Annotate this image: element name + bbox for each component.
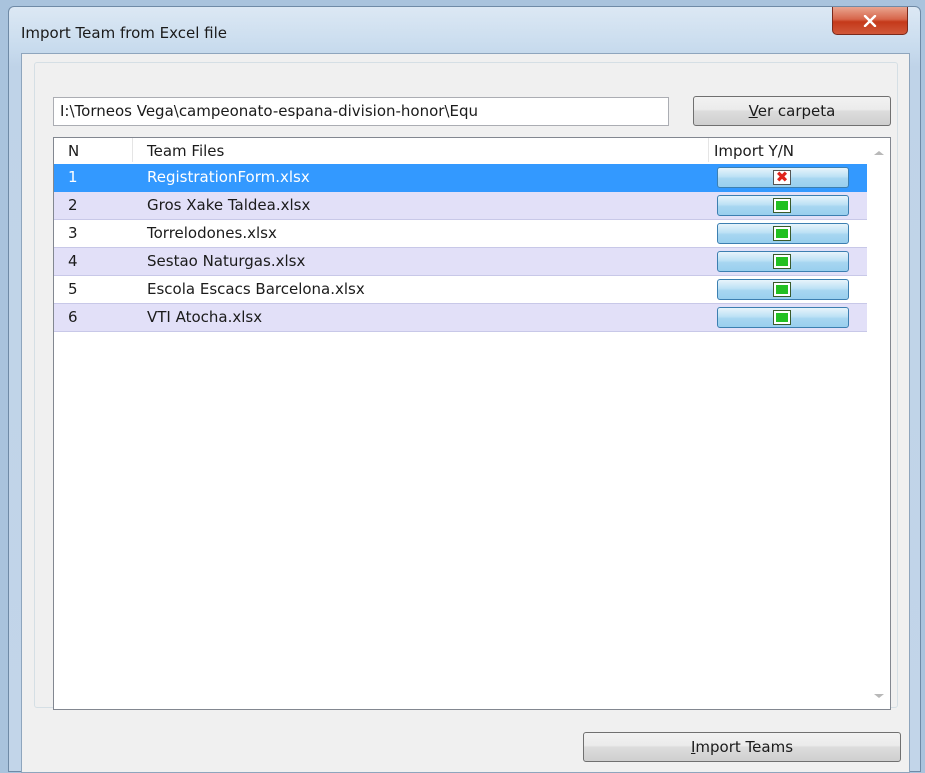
team-files-list[interactable]: N Team Files Import Y/N 1 RegistrationFor…	[53, 137, 891, 710]
import-teams-button[interactable]: Import Teams	[583, 732, 901, 762]
browse-button-label: er carpeta	[757, 102, 836, 120]
close-button[interactable]	[832, 7, 908, 35]
checked-icon	[773, 198, 791, 213]
row-number: 3	[68, 224, 78, 242]
team-files-group: I:\Torneos Vega\campeonato-espana-divisi…	[34, 62, 898, 710]
unchecked-icon: ✖	[773, 170, 791, 185]
scroll-up-icon[interactable]	[874, 151, 884, 155]
team-file-name: RegistrationForm.xlsx	[147, 168, 310, 186]
team-file-name: Escola Escacs Barcelona.xlsx	[147, 280, 365, 298]
browse-folder-button[interactable]: Ver carpeta	[693, 96, 891, 126]
row-number: 1	[68, 168, 78, 186]
row-number: 5	[68, 280, 78, 298]
import-toggle-button[interactable]: ✖	[717, 167, 849, 188]
checked-icon	[773, 282, 791, 297]
import-toggle-button[interactable]	[717, 195, 849, 216]
row-number: 6	[68, 308, 78, 326]
scroll-down-icon[interactable]	[874, 694, 884, 698]
table-row[interactable]: 1 RegistrationForm.xlsx ✖	[54, 164, 867, 192]
team-file-name: VTI Atocha.xlsx	[147, 308, 263, 326]
folder-path-field[interactable]: I:\Torneos Vega\campeonato-espana-divisi…	[53, 97, 669, 126]
team-file-name: Gros Xake Taldea.xlsx	[147, 196, 311, 214]
browse-button-accelerator: V	[748, 102, 758, 120]
header-n[interactable]: N	[68, 142, 79, 160]
header-divider[interactable]	[132, 138, 133, 162]
table-row[interactable]: 3 Torrelodones.xlsx	[54, 220, 867, 248]
header-team-files[interactable]: Team Files	[147, 142, 224, 160]
table-row[interactable]: 2 Gros Xake Taldea.xlsx	[54, 192, 867, 220]
table-row[interactable]: 5 Escola Escacs Barcelona.xlsx	[54, 276, 867, 304]
import-dialog: Import Team from Excel file I:\Torneos V…	[8, 6, 921, 773]
header-divider[interactable]	[708, 138, 709, 162]
window-title: Import Team from Excel file	[21, 24, 227, 42]
row-number: 4	[68, 252, 78, 270]
dialog-body: I:\Torneos Vega\campeonato-espana-divisi…	[21, 53, 910, 773]
header-import[interactable]: Import Y/N	[714, 142, 794, 160]
close-icon	[863, 14, 877, 27]
checked-icon	[773, 310, 791, 325]
row-number: 2	[68, 196, 78, 214]
vertical-scrollbar[interactable]	[867, 138, 890, 709]
import-toggle-button[interactable]	[717, 251, 849, 272]
checked-icon	[773, 254, 791, 269]
import-toggle-button[interactable]	[717, 307, 849, 328]
table-row[interactable]: 4 Sestao Naturgas.xlsx	[54, 248, 867, 276]
import-toggle-button[interactable]	[717, 279, 849, 300]
team-file-name: Torrelodones.xlsx	[147, 224, 277, 242]
list-header: N Team Files Import Y/N	[54, 138, 867, 164]
table-row[interactable]: 6 VTI Atocha.xlsx	[54, 304, 867, 332]
team-file-name: Sestao Naturgas.xlsx	[147, 252, 306, 270]
import-toggle-button[interactable]	[717, 223, 849, 244]
import-button-label: mport Teams	[695, 738, 794, 756]
title-bar[interactable]: Import Team from Excel file	[9, 7, 920, 53]
checked-icon	[773, 226, 791, 241]
